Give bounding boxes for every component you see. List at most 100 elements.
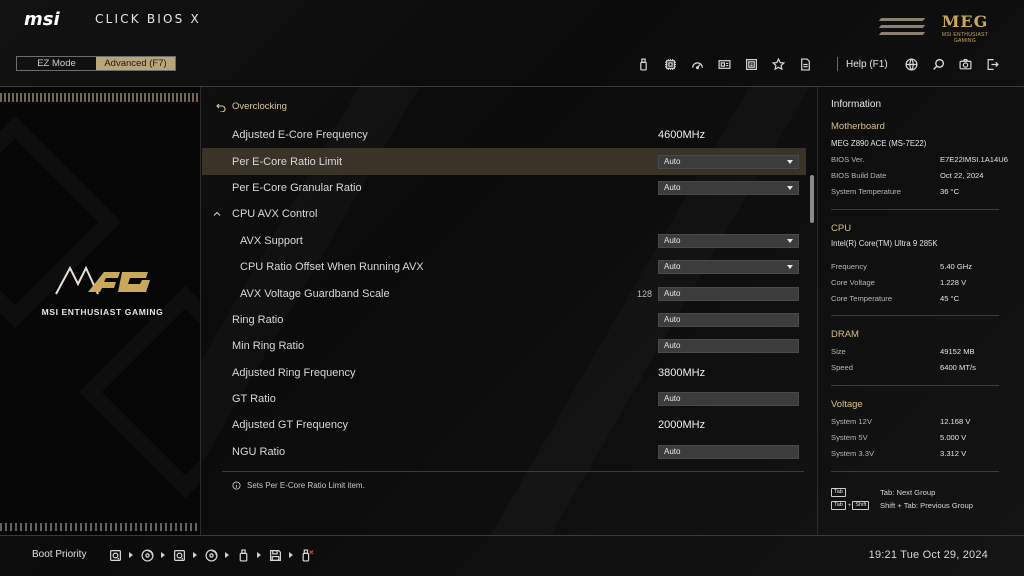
ez-mode-button[interactable]: EZ Mode: [17, 57, 96, 70]
setting-row[interactable]: CPU Ratio Offset When Running AVX Auto: [202, 254, 806, 280]
setting-value: Auto: [664, 314, 681, 324]
meg-emblem-caption: MSI ENTHUSIAST GAMING: [41, 307, 164, 317]
information-panel: Information Motherboard MEG Z890 ACE (MS…: [817, 87, 1024, 535]
meg-stripes-decor: [878, 18, 926, 38]
setting-value: Auto: [664, 446, 681, 456]
tab-key-icon: Tab: [831, 501, 846, 510]
shortcut-desc: Tab: Next Group: [880, 488, 936, 497]
setting-row[interactable]: GT Ratio Auto: [202, 386, 806, 412]
setting-label: Min Ring Ratio: [232, 340, 305, 353]
chip-board-icon[interactable]: [738, 55, 765, 73]
setting-input[interactable]: Auto: [658, 392, 799, 407]
setting-row[interactable]: Adjusted GT Frequency 2000MHz: [202, 412, 806, 438]
setting-input[interactable]: Auto: [658, 444, 799, 459]
star-icon[interactable]: [765, 55, 792, 73]
bottom-bar: Boot Priority 19:21 Tue Oct 29, 2024: [0, 536, 1024, 576]
shift-key-icon: Shift: [852, 501, 870, 510]
setting-dropdown[interactable]: Auto: [658, 260, 799, 275]
monitor-card-icon[interactable]: [711, 55, 738, 73]
setting-current-value: 128: [636, 288, 652, 299]
info-divider: [831, 385, 999, 386]
help-text: Sets Per E-Core Ratio Limit item.: [247, 481, 365, 490]
floppy-icon[interactable]: [268, 548, 282, 562]
setting-label: Ring Ratio: [232, 313, 284, 326]
arrow-right-icon: [161, 552, 165, 558]
info-row: System 12V 12.168 V: [831, 417, 971, 426]
back-icon: [216, 103, 226, 112]
left-panel: MSI ENTHUSIAST GAMING: [0, 87, 201, 535]
motherboard-model: MEG Z890 ACE (MS-7E22): [831, 139, 927, 148]
meg-emblem: MSI ENTHUSIAST GAMING: [40, 262, 165, 317]
setting-row[interactable]: Adjusted E-Core Frequency 4600MHz: [202, 122, 806, 148]
cpu-title: CPU: [831, 223, 852, 234]
setting-readout: 3800MHz: [658, 366, 706, 379]
clock: 19:21 Tue Oct 29, 2024: [868, 549, 988, 561]
setting-label: Adjusted E-Core Frequency: [232, 129, 368, 142]
setting-dropdown[interactable]: Auto: [658, 154, 799, 169]
setting-row[interactable]: Min Ring Ratio Auto: [202, 333, 806, 359]
setting-row[interactable]: AVX Voltage Guardband Scale 128 Auto: [202, 280, 806, 306]
decor-band: [0, 93, 200, 102]
disc-icon[interactable]: [204, 548, 218, 562]
toolbar-separator: [837, 57, 838, 71]
disc-icon[interactable]: [140, 548, 154, 562]
usb-icon[interactable]: [630, 55, 657, 73]
setting-input[interactable]: Auto: [658, 312, 799, 327]
setting-input[interactable]: Auto: [658, 286, 799, 301]
drive-icon[interactable]: [108, 548, 122, 562]
gauge-icon[interactable]: [684, 55, 711, 73]
file-icon[interactable]: [792, 55, 819, 73]
settings-panel: Overclocking Adjusted E-Core Frequency 46…: [202, 87, 816, 535]
setting-dropdown[interactable]: Auto: [658, 180, 799, 195]
usb-disabled-icon[interactable]: [300, 548, 314, 562]
chevron-up-icon[interactable]: [212, 209, 222, 219]
scrollbar-thumb[interactable]: [810, 175, 814, 223]
setting-value: Auto: [664, 156, 681, 166]
globe-icon[interactable]: [898, 55, 925, 73]
mode-switch: EZ Mode Advanced (F7): [16, 56, 176, 71]
setting-input[interactable]: Auto: [658, 339, 799, 354]
arrow-right-icon: [193, 552, 197, 558]
advanced-mode-button[interactable]: Advanced (F7): [96, 57, 175, 70]
exit-icon[interactable]: [979, 55, 1006, 73]
meg-emblem-icon: [54, 265, 150, 295]
cpu-model: Intel(R) Core(TM) Ultra 9 285K: [831, 239, 938, 248]
decor-shape: [79, 286, 200, 498]
setting-row[interactable]: Per E-Core Granular Ratio Auto: [202, 175, 806, 201]
setting-row[interactable]: NGU Ratio Auto: [202, 439, 806, 465]
setting-row[interactable]: AVX Support Auto: [202, 228, 806, 254]
setting-label: CPU AVX Control: [232, 208, 318, 221]
info-row: System Temperature 36 °C: [831, 187, 960, 196]
breadcrumb-label: Overclocking: [232, 101, 287, 112]
setting-value: Auto: [664, 341, 681, 351]
setting-row[interactable]: CPU AVX Control: [202, 201, 806, 227]
drive-icon[interactable]: [172, 548, 186, 562]
setting-row[interactable]: Adjusted Ring Frequency 3800MHz: [202, 360, 806, 386]
decor-band: [0, 523, 200, 531]
tab-key-icon: Tab: [831, 488, 846, 497]
setting-readout: 4600MHz: [658, 129, 706, 142]
setting-label: AVX Voltage Guardband Scale: [240, 287, 390, 300]
setting-label: Adjusted GT Frequency: [232, 419, 348, 432]
usb-key-icon[interactable]: [236, 548, 250, 562]
setting-row[interactable]: Per E-Core Ratio Limit Auto: [202, 148, 806, 175]
camera-icon[interactable]: [952, 55, 979, 73]
meg-logo: MEG MSI ENTHUSIAST GAMING: [935, 12, 995, 44]
setting-label: CPU Ratio Offset When Running AVX: [240, 261, 424, 274]
setting-label: GT Ratio: [232, 393, 276, 406]
cpu-icon[interactable]: [657, 55, 684, 73]
setting-value: Auto: [664, 235, 681, 245]
setting-value: Auto: [664, 182, 681, 192]
setting-label: Adjusted Ring Frequency: [232, 366, 356, 379]
setting-row[interactable]: Ring Ratio Auto: [202, 307, 806, 333]
arrow-right-icon: [289, 552, 293, 558]
setting-label: Per E-Core Granular Ratio: [232, 181, 362, 194]
setting-label: Per E-Core Ratio Limit: [232, 155, 343, 168]
meg-caption: MSI ENTHUSIAST GAMING: [941, 32, 989, 44]
shortcut-desc: Shift + Tab: Previous Group: [880, 501, 973, 510]
breadcrumb[interactable]: Overclocking: [216, 101, 287, 112]
setting-dropdown[interactable]: Auto: [658, 233, 799, 248]
help-button[interactable]: Help (F1): [846, 59, 888, 70]
search-icon[interactable]: [925, 55, 952, 73]
shortcut-next-group: Tab Tab: Next Group: [831, 488, 935, 497]
